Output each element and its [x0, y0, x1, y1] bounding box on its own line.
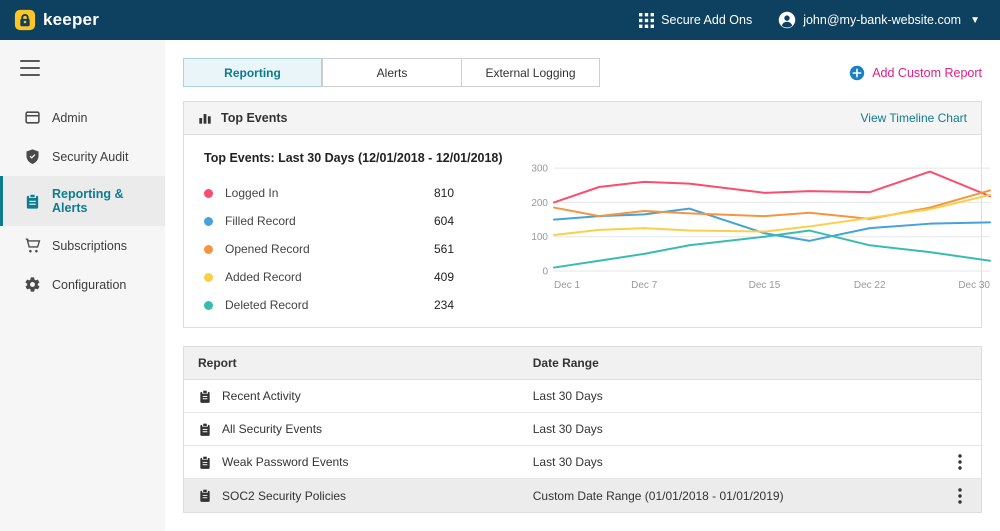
sidebar-item-configuration[interactable]: Configuration [0, 265, 165, 304]
tab-alerts[interactable]: Alerts [322, 58, 461, 87]
row-kebab-menu-icon[interactable] [952, 452, 968, 472]
svg-text:0: 0 [542, 267, 548, 278]
svg-text:Dec 30: Dec 30 [958, 280, 990, 291]
legend-value: 561 [434, 242, 454, 256]
legend-item: Added Record 409 [204, 263, 454, 291]
account-avatar-icon [778, 11, 796, 29]
add-custom-report-button[interactable]: Add Custom Report [849, 65, 982, 81]
sidebar-item-label: Security Audit [52, 150, 128, 164]
sidebar-item-admin[interactable]: Admin [0, 98, 165, 137]
account-email: john@my-bank-website.com [803, 13, 961, 27]
legend-value: 409 [434, 270, 454, 284]
legend-dot [204, 301, 213, 310]
keeper-lock-icon [14, 9, 36, 31]
legend-label: Added Record [225, 270, 434, 284]
cart-icon [24, 237, 41, 254]
admin-window-icon [24, 109, 41, 126]
legend-label: Filled Record [225, 214, 434, 228]
hamburger-menu-icon[interactable] [20, 60, 40, 76]
account-menu[interactable]: john@my-bank-website.com ▼ [778, 11, 980, 29]
report-doc-icon [198, 389, 212, 404]
chart-legend: Logged In 810 Filled Record 604 Opened R… [204, 179, 454, 319]
main-content: Reporting Alerts External Logging Add Cu… [165, 40, 1000, 531]
sidebar-item-subscriptions[interactable]: Subscriptions [0, 226, 165, 265]
legend-item: Opened Record 561 [204, 235, 454, 263]
svg-text:300: 300 [531, 164, 548, 175]
card-title: Top Events [221, 111, 287, 125]
svg-text:Dec 15: Dec 15 [749, 280, 781, 291]
sidebar-item-security-audit[interactable]: Security Audit [0, 137, 165, 176]
shield-icon [24, 148, 41, 165]
svg-text:200: 200 [531, 198, 548, 209]
report-date-range: Last 30 Days [519, 381, 939, 411]
tab-reporting[interactable]: Reporting [183, 58, 322, 87]
legend-value: 810 [434, 186, 454, 200]
sidebar-item-label: Subscriptions [52, 239, 127, 253]
svg-text:Dec 1: Dec 1 [554, 280, 581, 291]
legend-item: Logged In 810 [204, 179, 454, 207]
report-date-range: Last 30 Days [519, 414, 939, 444]
view-timeline-chart-link[interactable]: View Timeline Chart [861, 111, 968, 125]
bar-chart-icon [198, 111, 212, 125]
gear-icon [24, 276, 41, 293]
report-name: Weak Password Events [222, 455, 349, 469]
sidebar-item-reporting-alerts[interactable]: Reporting & Alerts [0, 176, 165, 226]
add-custom-report-label: Add Custom Report [872, 66, 982, 80]
svg-text:Dec 22: Dec 22 [854, 280, 886, 291]
legend-label: Logged In [225, 186, 434, 200]
legend-value: 234 [434, 298, 454, 312]
column-header-date-range: Date Range [519, 348, 939, 378]
timeline-line-chart: 0 100 200 300 Dec 1 Dec 7 Dec 15 Dec 22 Dec 30 [504, 151, 1000, 319]
legend-dot [204, 273, 213, 282]
sidebar-item-label: Reporting & Alerts [52, 187, 151, 215]
legend-item: Deleted Record 234 [204, 291, 454, 319]
svg-text:Dec 7: Dec 7 [631, 280, 658, 291]
secure-add-ons-label: Secure Add Ons [661, 13, 752, 27]
table-row-weak-password-events[interactable]: Weak Password Events Last 30 Days [184, 446, 981, 479]
tab-bar: Reporting Alerts External Logging [183, 58, 600, 87]
keeper-logo[interactable]: keeper [14, 9, 99, 31]
report-date-range: Custom Date Range (01/01/2018 - 01/01/20… [519, 481, 939, 511]
top-events-title: Top Events: Last 30 Days (12/01/2018 - 1… [204, 151, 504, 165]
table-row-all-security-events[interactable]: All Security Events Last 30 Days [184, 413, 981, 446]
column-header-report: Report [184, 348, 519, 378]
report-doc-icon [198, 455, 212, 470]
legend-value: 604 [434, 214, 454, 228]
plus-circle-icon [849, 65, 865, 81]
table-header-row: Report Date Range [184, 347, 981, 380]
report-name: Recent Activity [222, 389, 301, 403]
legend-label: Deleted Record [225, 298, 434, 312]
chevron-down-icon: ▼ [970, 15, 980, 26]
row-kebab-menu-icon[interactable] [952, 486, 968, 506]
topbar: keeper Secure Add Ons john@my-bank-websi… [0, 0, 1000, 40]
legend-dot [204, 189, 213, 198]
report-doc-icon [198, 422, 212, 437]
report-doc-icon [198, 488, 212, 503]
table-row-soc2-security-policies[interactable]: SOC2 Security Policies Custom Date Range… [184, 479, 981, 512]
legend-item: Filled Record 604 [204, 207, 454, 235]
svg-text:100: 100 [531, 232, 548, 243]
sidebar-item-label: Configuration [52, 278, 126, 292]
clipboard-icon [24, 193, 41, 210]
sidebar-item-label: Admin [52, 111, 87, 125]
report-name: All Security Events [222, 422, 322, 436]
report-date-range: Last 30 Days [519, 447, 939, 477]
top-events-card: Top Events View Timeline Chart Top Event… [183, 101, 982, 328]
brand-name: keeper [43, 10, 99, 30]
report-name: SOC2 Security Policies [222, 489, 346, 503]
legend-label: Opened Record [225, 242, 434, 256]
sidebar: Admin Security Audit Reporting & Alerts … [0, 40, 165, 531]
apps-grid-icon [639, 13, 654, 28]
table-row-recent-activity[interactable]: Recent Activity Last 30 Days [184, 380, 981, 413]
legend-dot [204, 217, 213, 226]
secure-add-ons-button[interactable]: Secure Add Ons [639, 13, 752, 28]
reports-table: Report Date Range Recent Activity Last 3… [183, 346, 982, 513]
legend-dot [204, 245, 213, 254]
tab-external-logging[interactable]: External Logging [461, 58, 600, 87]
